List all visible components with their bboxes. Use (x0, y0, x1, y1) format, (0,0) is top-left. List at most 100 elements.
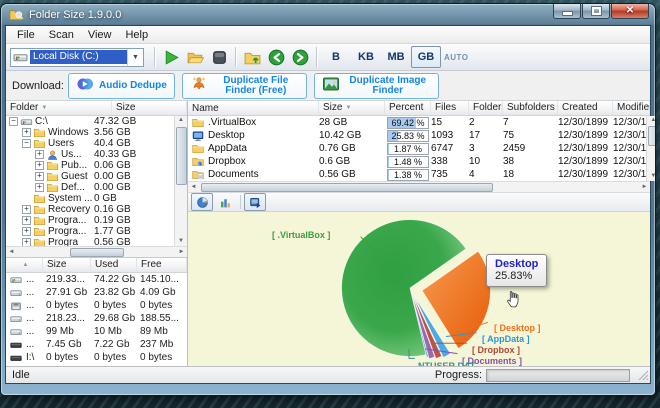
expand-icon[interactable]: + (22, 128, 31, 137)
tree-vertical-scrollbar[interactable]: ▲ ▼ (174, 116, 187, 246)
forward-button[interactable] (288, 46, 312, 68)
tree-row[interactable]: − Users 40.4 GB (6, 138, 174, 149)
back-button[interactable] (264, 46, 288, 68)
scrollbar-thumb[interactable] (201, 182, 493, 192)
tree-row[interactable]: + Def... 0.00 GB (6, 182, 174, 193)
scrollbar-thumb[interactable] (69, 247, 124, 257)
drive-row[interactable]: ... 218.23... 29.68 Gb 188.55... (6, 312, 187, 325)
table-row[interactable]: Documents 0.56 GB 1.38 % 735 4 18 12/30/1899 12… (188, 168, 646, 181)
tree-item-size: 0.00 GB (94, 171, 131, 182)
unit-auto-button[interactable]: AUTO (441, 53, 472, 62)
expand-icon[interactable]: + (22, 227, 31, 236)
table-header-subfolders[interactable]: Subfolders (503, 101, 558, 115)
table-row[interactable]: Dropbox 0.6 GB 1.48 % 338 10 38 12/30/1899 12/3… (188, 155, 646, 168)
drives-header-free[interactable]: Free (137, 258, 187, 272)
table-header-created[interactable]: Created (558, 101, 613, 115)
tree-row[interactable]: + Us... 40.33 GB (6, 149, 174, 160)
scroll-down-icon[interactable]: ▼ (176, 237, 187, 246)
chevron-down-icon[interactable]: ▼ (127, 48, 143, 66)
drives-header-size[interactable]: Size (43, 258, 91, 272)
tree-item-size: 1.77 GB (94, 226, 131, 237)
start-scan-button[interactable] (159, 46, 183, 68)
table-row[interactable]: .VirtualBox 28 GB 69.42 % 15 2 7 12/30/1899 12/… (188, 116, 646, 129)
expand-icon[interactable]: + (35, 183, 44, 192)
tree-header-size[interactable]: Size (112, 101, 187, 115)
drive-row[interactable]: ... 27.91 Gb 23.82 Gb 4.09 Gb (6, 286, 187, 299)
expand-icon[interactable]: + (22, 216, 31, 225)
tree-item-size: 47.32 GB (94, 116, 137, 127)
pie-chart[interactable]: Desktop 25.83% [ .VirtualBox ] [ Desktop … (188, 212, 650, 366)
collapse-icon[interactable]: − (22, 139, 31, 148)
tree-row[interactable]: − C:\ 47.32 GB (6, 116, 174, 127)
scan-folder-button[interactable] (183, 46, 207, 68)
menu-view[interactable]: View (81, 28, 119, 42)
tree-row[interactable]: + Recovery 0.16 GB (6, 204, 174, 215)
maximize-button[interactable] (582, 4, 610, 19)
scroll-right-icon[interactable]: ► (176, 248, 187, 257)
close-button[interactable]: ✕ (611, 4, 649, 19)
drive-row[interactable]: I:\ 0 bytes 0 bytes 0 bytes (6, 351, 187, 364)
minimize-button[interactable] (553, 4, 581, 19)
export-chart-button[interactable] (244, 193, 266, 211)
scroll-left-icon[interactable]: ◄ (6, 248, 17, 257)
cell-subfolders: 18 (503, 169, 515, 180)
table-horizontal-scrollbar[interactable]: ◄ ► (188, 181, 650, 192)
menu-help[interactable]: Help (118, 28, 155, 42)
table-row[interactable]: AppData 0.76 GB 1.87 % 6747 3 2459 12/30/1899 1… (188, 142, 646, 155)
menu-file[interactable]: File (10, 28, 42, 42)
table-header-name[interactable]: Name (188, 101, 319, 115)
unit-mb-button[interactable]: MB (381, 46, 411, 68)
resize-grip[interactable] (638, 370, 648, 380)
stop-button[interactable] (207, 46, 231, 68)
table-header-size[interactable]: Size ▼ (319, 101, 385, 115)
scroll-left-icon[interactable]: ◄ (188, 183, 199, 192)
table-row[interactable]: Desktop 10.42 GB 25.83 % 1093 17 75 12/30/1899… (188, 129, 646, 142)
tree-row[interactable]: System ... 0 GB (6, 193, 174, 204)
tree-horizontal-scrollbar[interactable]: ◄ ► (6, 246, 187, 257)
tree-row[interactable]: + Guest 0.00 GB (6, 171, 174, 182)
unit-kb-button[interactable]: KB (351, 46, 381, 68)
drive-row[interactable]: ... 0 bytes 0 bytes 0 bytes (6, 299, 187, 312)
collapse-icon[interactable]: − (9, 117, 18, 126)
drive-row[interactable]: ... 99 Mb 10 Mb 89 Mb (6, 325, 187, 338)
table-header-files[interactable]: Files (431, 101, 469, 115)
table-vertical-scrollbar[interactable]: ▲ ▼ (646, 116, 655, 181)
table-header-modified[interactable]: Modified (613, 101, 650, 115)
titlebar[interactable]: Folder Size 1.9.0.0 ✕ (1, 4, 655, 25)
table-header-percent[interactable]: Percent (385, 101, 431, 115)
audio-dedupe-button[interactable]: Audio Dedupe (67, 72, 175, 99)
expand-icon[interactable]: + (22, 238, 31, 246)
tree-header-folder[interactable]: Folder ▼ (6, 101, 112, 115)
drive-row[interactable]: ... 219.33... 74.22 Gb 145.10... (6, 273, 187, 286)
scroll-up-icon[interactable]: ▲ (648, 116, 655, 125)
chart-label-appdata: [ AppData ] (482, 334, 530, 344)
expand-icon[interactable]: + (35, 150, 44, 159)
expand-icon[interactable]: + (35, 172, 44, 181)
scroll-right-icon[interactable]: ► (639, 183, 650, 192)
scroll-up-icon[interactable]: ▲ (176, 116, 187, 125)
scroll-down-icon[interactable]: ▼ (648, 172, 655, 181)
percent-value: 1.48 % (393, 156, 423, 167)
drive-row[interactable]: ... 7.45 Gb 7.22 Gb 237 Mb (6, 338, 187, 351)
tree-row[interactable]: + Pub... 0.06 GB (6, 160, 174, 171)
bar-chart-button[interactable] (214, 193, 236, 211)
scrollbar-thumb[interactable] (175, 127, 187, 185)
pie-chart-button[interactable] (191, 193, 213, 211)
tree-row[interactable]: + Progra... 0.19 GB (6, 215, 174, 226)
duplicate-file-finder-button[interactable]: Duplicate File Finder (Free) (181, 72, 307, 99)
duplicate-image-finder-button[interactable]: Duplicate Image Finder (313, 72, 439, 99)
tree-row[interactable]: + Progra 0.56 GB (6, 237, 174, 246)
menu-scan[interactable]: Scan (42, 28, 81, 42)
tree-row[interactable]: + Progra... 1.77 GB (6, 226, 174, 237)
drive-selector[interactable]: Local Disk (C:) ▼ (10, 47, 144, 67)
scrollbar-thumb[interactable] (647, 126, 655, 146)
folder-up-button[interactable] (240, 46, 264, 68)
tree-row[interactable]: + Windows 3.56 GB (6, 127, 174, 138)
expand-icon[interactable]: + (35, 161, 44, 170)
table-header-folders[interactable]: Folders (469, 101, 503, 115)
unit-b-button[interactable]: B (321, 46, 351, 68)
drives-header-drive[interactable]: ▲ (6, 258, 43, 272)
expand-icon[interactable]: + (22, 205, 31, 214)
drives-header-used[interactable]: Used (91, 258, 137, 272)
unit-gb-button[interactable]: GB (411, 46, 441, 68)
